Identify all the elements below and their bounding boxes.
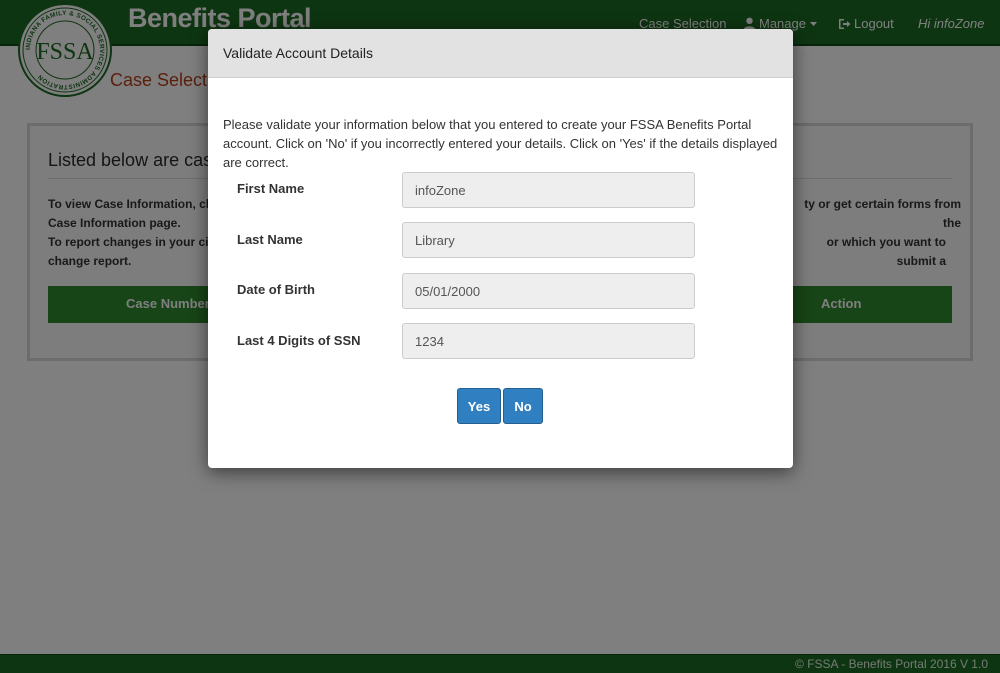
first-name-label: First Name (237, 181, 305, 196)
no-button[interactable]: No (503, 388, 543, 424)
modal-header: Validate Account Details (208, 29, 793, 78)
validate-account-modal: Validate Account Details Please validate… (208, 29, 793, 468)
ssn-label: Last 4 Digits of SSN (237, 333, 361, 348)
dob-label: Date of Birth (237, 282, 315, 297)
last-name-field[interactable] (402, 222, 695, 258)
modal-intro-text: Please validate your information below t… (223, 117, 778, 170)
yes-button[interactable]: Yes (457, 388, 501, 424)
modal-title: Validate Account Details (223, 45, 373, 61)
ssn-field[interactable] (402, 323, 695, 359)
first-name-field[interactable] (402, 172, 695, 208)
last-name-label: Last Name (237, 232, 303, 247)
dob-field[interactable] (402, 273, 695, 309)
